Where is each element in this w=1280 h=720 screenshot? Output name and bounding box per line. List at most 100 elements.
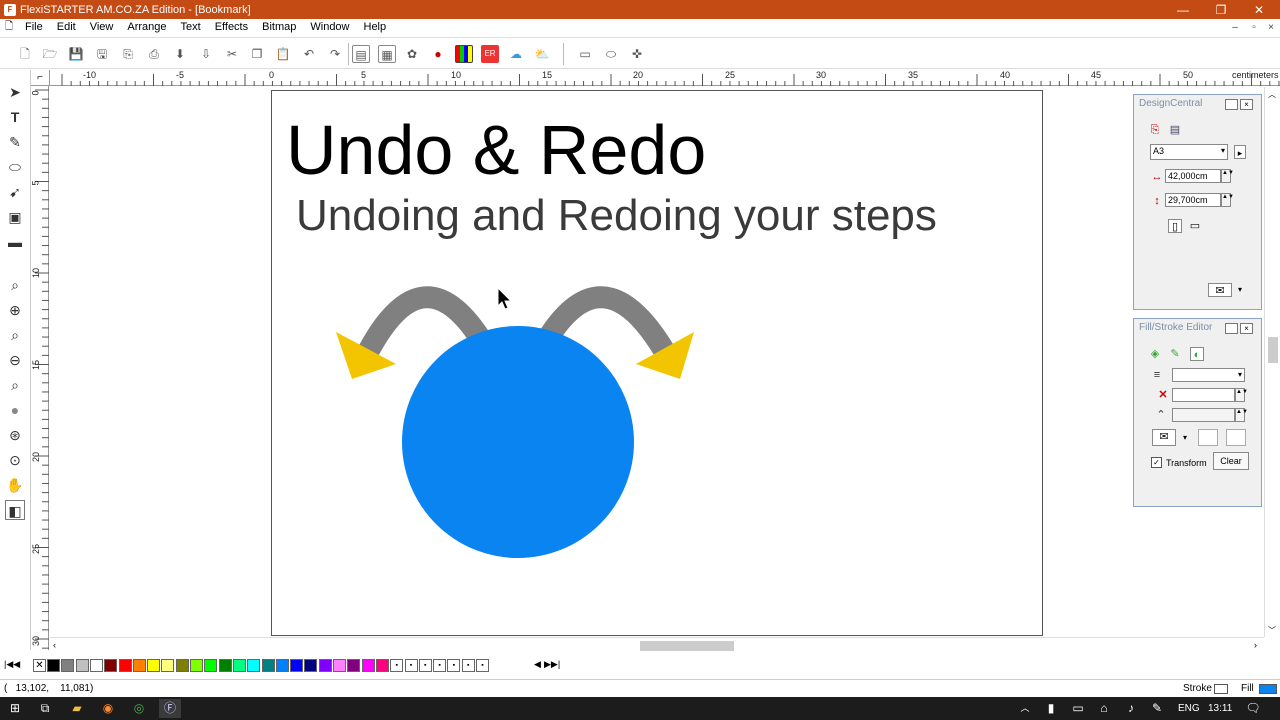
open-file-icon[interactable]: 🗁: [41, 45, 59, 63]
color-swatch[interactable]: [175, 659, 189, 672]
landscape-icon[interactable]: ▭: [1188, 219, 1202, 233]
mdi-restore-button[interactable]: ▫: [1245, 19, 1263, 36]
height-spinner[interactable]: ▲▼: [1221, 193, 1234, 207]
mdi-close-button[interactable]: ×: [1262, 19, 1280, 36]
volume-icon[interactable]: ♪: [1120, 699, 1142, 718]
color-swatch[interactable]: [132, 659, 146, 672]
flexi-taskbar-icon[interactable]: Ⓕ: [159, 699, 181, 718]
node-edit-icon[interactable]: ➹: [5, 182, 25, 202]
cloud-icon[interactable]: ☁: [507, 45, 525, 63]
stroke-pen-icon[interactable]: ✎: [1168, 347, 1182, 361]
menu-bitmap[interactable]: Bitmap: [255, 19, 303, 36]
menu-effects[interactable]: Effects: [208, 19, 255, 36]
restore-button[interactable]: ❐: [1202, 0, 1240, 19]
no-color-swatch[interactable]: ✕: [33, 659, 46, 672]
horizontal-scroll-thumb[interactable]: [640, 641, 734, 651]
envelope-icon[interactable]: ✉: [1208, 283, 1232, 297]
color-swatch[interactable]: [361, 659, 375, 672]
task-view-icon[interactable]: ⧉: [34, 699, 56, 718]
width-spinner[interactable]: ▲▼: [1221, 169, 1234, 183]
no-stroke-icon[interactable]: ✕: [1156, 388, 1170, 402]
er-icon[interactable]: ER: [481, 45, 499, 63]
import-icon[interactable]: ⎘: [119, 45, 137, 63]
vertical-scrollbar[interactable]: ︿ ﹀: [1264, 87, 1280, 637]
measure-tool-icon[interactable]: ▬: [5, 232, 25, 252]
new-file-icon[interactable]: 🗋: [16, 45, 34, 63]
zoom-selected-icon[interactable]: ●: [5, 400, 25, 420]
color-swatch[interactable]: [204, 659, 218, 672]
zoom-page-icon[interactable]: ⌕: [5, 325, 25, 345]
zoom-in-icon[interactable]: ⊕: [5, 300, 25, 320]
color-grid-icon[interactable]: [455, 45, 473, 63]
output-icon[interactable]: ⇩: [197, 45, 215, 63]
color-swatch[interactable]: [104, 659, 118, 672]
stroke-width-field[interactable]: [1172, 388, 1235, 402]
menu-file[interactable]: File: [18, 19, 50, 36]
language-indicator[interactable]: ENG: [1178, 703, 1200, 714]
system-tray-chevron-icon[interactable]: ︿: [1014, 699, 1036, 718]
blue-circle[interactable]: [402, 326, 634, 558]
menu-help[interactable]: Help: [357, 19, 394, 36]
ellipse-icon[interactable]: ⬭: [602, 45, 620, 63]
print-icon[interactable]: ⎙: [145, 45, 163, 63]
dropdown-arrow-icon[interactable]: ▾: [1178, 431, 1192, 445]
menu-edit[interactable]: Edit: [50, 19, 83, 36]
stroke-swatch[interactable]: [1214, 684, 1228, 694]
height-field[interactable]: 29,700cm: [1165, 193, 1221, 207]
document-title[interactable]: Undo & Redo: [286, 108, 706, 192]
color-swatch[interactable]: [318, 659, 332, 672]
stroke-width-spinner[interactable]: ▲▼: [1235, 388, 1248, 402]
zoom-all-icon[interactable]: ⌕: [5, 375, 25, 395]
copy-icon[interactable]: ❐: [248, 45, 266, 63]
bezier-tool-icon[interactable]: ✎: [5, 132, 25, 152]
color-swatch[interactable]: [218, 659, 232, 672]
color-swatch[interactable]: [232, 659, 246, 672]
panel-close-button[interactable]: ×: [1240, 323, 1253, 334]
envelope-icon[interactable]: ✉: [1152, 429, 1176, 446]
color-picker-icon[interactable]: ●: [429, 45, 447, 63]
color-swatch[interactable]: [290, 659, 304, 672]
notifications-icon[interactable]: 🗨: [1242, 699, 1264, 718]
scroll-down-icon[interactable]: ﹀: [1268, 625, 1276, 636]
color-swatch[interactable]: [89, 659, 103, 672]
color-swatch[interactable]: [118, 659, 132, 672]
usb-icon[interactable]: ▮: [1040, 699, 1062, 718]
menu-view[interactable]: View: [83, 19, 121, 36]
zoom-out-icon[interactable]: ⊖: [5, 350, 25, 370]
firefox-icon[interactable]: ◉: [97, 699, 119, 718]
file-explorer-icon[interactable]: ▰: [66, 699, 88, 718]
color-wheel-icon[interactable]: ✿: [403, 45, 421, 63]
crosshair-icon[interactable]: ✜: [628, 45, 646, 63]
select-arrow-icon[interactable]: ➤: [5, 82, 25, 102]
panel-minimize-button[interactable]: [1225, 99, 1238, 110]
width-field[interactable]: 42,000cm: [1165, 169, 1221, 183]
scroll-right-icon[interactable]: ›: [1254, 640, 1257, 650]
pan-hand-icon[interactable]: ✋: [5, 475, 25, 495]
panel-minimize-button[interactable]: [1225, 323, 1238, 334]
rectangle-icon[interactable]: ▭: [576, 45, 594, 63]
ruler-origin-icon[interactable]: ⌐: [31, 70, 50, 86]
size-preset-select[interactable]: A3 ▾: [1150, 144, 1228, 160]
document-subtitle[interactable]: Undoing and Redoing your steps: [296, 190, 937, 242]
color-swatch[interactable]: [275, 659, 289, 672]
color-swatch[interactable]: [161, 659, 175, 672]
expand-arrow-icon[interactable]: ▸: [1234, 145, 1246, 159]
join-style-button[interactable]: [1226, 429, 1246, 446]
paste-icon[interactable]: 📋: [274, 45, 292, 63]
fill-swatch[interactable]: [1259, 684, 1277, 694]
scroll-up-icon[interactable]: ︿: [1268, 89, 1276, 100]
portrait-icon[interactable]: ▯: [1168, 219, 1182, 233]
scroll-left-icon[interactable]: ‹: [53, 640, 56, 650]
color-swatch[interactable]: [147, 659, 161, 672]
color-swatch[interactable]: [347, 659, 361, 672]
clear-button[interactable]: Clear: [1213, 452, 1249, 470]
save-icon[interactable]: 💾: [67, 45, 85, 63]
miter-spinner[interactable]: ▲▼: [1235, 408, 1248, 422]
color-swatch[interactable]: [304, 659, 318, 672]
network-icon[interactable]: ⌂: [1093, 699, 1115, 718]
palette-last-icon[interactable]: ▶▶|: [544, 659, 560, 670]
clock[interactable]: 13:11: [1208, 703, 1232, 714]
swatch-icon[interactable]: ▦: [378, 45, 396, 63]
empty-swatch[interactable]: ▪: [461, 659, 475, 672]
palette-first-icon[interactable]: |◀◀: [4, 659, 20, 670]
